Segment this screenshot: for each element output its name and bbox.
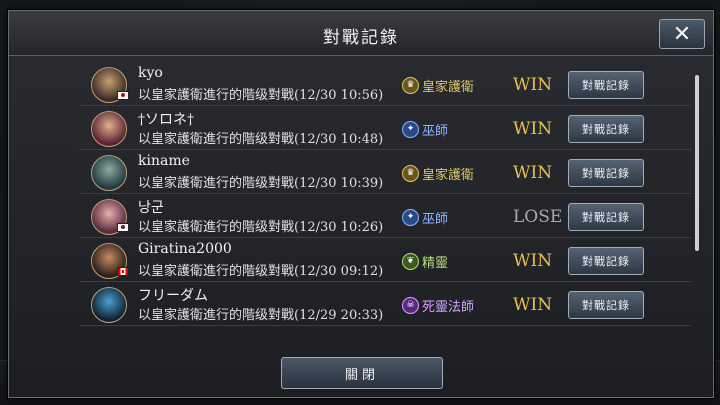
country-flag-icon [117, 91, 129, 100]
player-name: 낭군 [138, 200, 164, 216]
battle-record-row: Giratina2000 以皇家護衛進行的階级對戰(12/30 09:12) ❦ 精靈… [79, 241, 691, 282]
close-icon[interactable]: ✕ [659, 19, 705, 49]
battle-description: 以皇家護衛進行的階级對戰(12/29 20:33) [138, 308, 384, 323]
view-battle-record-button[interactable]: 對戰記錄 [568, 203, 644, 231]
opponent-class-badge: ☠ 死靈法師 [402, 296, 475, 315]
title-bar: 對戰記錄 ✕ [9, 11, 713, 56]
crown-icon: ♛ [402, 76, 419, 94]
battle-description: 以皇家護衛進行的階级對戰(12/30 10:48) [138, 132, 384, 147]
leaf-icon: ❦ [402, 252, 419, 270]
country-flag-icon [117, 267, 129, 276]
class-name: 精靈 [422, 255, 449, 271]
battle-result: WIN [513, 75, 553, 95]
player-name: フリーダム [138, 288, 208, 304]
view-battle-record-button[interactable]: 對戰記錄 [568, 291, 644, 319]
player-avatar[interactable] [91, 111, 127, 147]
crown-icon: ♛ [402, 164, 419, 182]
country-flag-icon [117, 223, 129, 232]
battle-record-list[interactable]: kyo 以皇家護衛進行的階级對戰(12/30 10:56) ♛ 皇家護衛 WIN 對戰記錄… [79, 65, 695, 351]
class-name: 巫師 [422, 211, 449, 227]
battle-result: WIN [513, 295, 553, 315]
opponent-class-badge: ✦ 巫師 [402, 208, 449, 227]
player-name: kyo [138, 65, 163, 81]
class-name: 皇家護衛 [422, 167, 475, 183]
battle-record-row: †ソロネ† 以皇家護衛進行的階级對戰(12/30 10:48) ✦ 巫師 WIN 對戰記錄 [79, 109, 691, 150]
battle-description: 以皇家護衛進行的階级對戰(12/30 10:56) [138, 88, 384, 103]
battle-record-row: kiname 以皇家護衛進行的階级對戰(12/30 10:39) ♛ 皇家護衛 WIN 對… [79, 153, 691, 194]
opponent-class-badge: ✦ 巫師 [402, 120, 449, 139]
view-battle-record-button[interactable]: 對戰記錄 [568, 71, 644, 99]
class-name: 死靈法師 [422, 299, 475, 315]
dialog-title: 對戰記錄 [323, 28, 399, 48]
player-name: Giratina2000 [138, 241, 232, 257]
scrollbar[interactable] [695, 75, 699, 251]
class-name: 巫師 [422, 123, 449, 139]
view-battle-record-button[interactable]: 對戰記錄 [568, 159, 644, 187]
wizard-icon: ✦ [402, 208, 419, 226]
player-name: †ソロネ† [138, 112, 194, 128]
battle-record-row: kyo 以皇家護衛進行的階级對戰(12/30 10:56) ♛ 皇家護衛 WIN 對戰記錄 [79, 65, 691, 106]
opponent-class-badge: ♛ 皇家護衛 [402, 76, 475, 95]
battle-record-dialog: 對戰記錄 ✕ kyo 以皇家護衛進行的階级對戰(12/30 10:56) ♛ 皇家護衛… [8, 10, 714, 398]
battle-record-row: 낭군 以皇家護衛進行的階级對戰(12/30 10:26) ✦ 巫師 LOSE 對戰記錄 [79, 197, 691, 238]
battle-description: 以皇家護衛進行的階级對戰(12/30 10:39) [138, 176, 384, 191]
battle-description: 以皇家護衛進行的階级對戰(12/30 10:26) [138, 220, 384, 235]
battle-description: 以皇家護衛進行的階级對戰(12/30 09:12) [138, 264, 384, 279]
battle-result: WIN [513, 119, 553, 139]
opponent-class-badge: ❦ 精靈 [402, 252, 449, 271]
opponent-class-badge: ♛ 皇家護衛 [402, 164, 475, 183]
skull-icon: ☠ [402, 296, 419, 314]
battle-result: WIN [513, 163, 553, 183]
view-battle-record-button[interactable]: 對戰記錄 [568, 247, 644, 275]
player-name: kiname [138, 153, 190, 169]
battle-result: WIN [513, 251, 553, 271]
view-battle-record-button[interactable]: 對戰記錄 [568, 115, 644, 143]
wizard-icon: ✦ [402, 120, 419, 138]
close-button[interactable]: 關閉 [281, 357, 443, 389]
class-name: 皇家護衛 [422, 79, 475, 95]
player-avatar[interactable] [91, 287, 127, 323]
battle-result: LOSE [513, 207, 563, 227]
player-avatar[interactable] [91, 155, 127, 191]
battle-record-row: フリーダム以皇家護衛進行的階级對戰(12/29 20:33) ☠ 死靈法師 WIN 對戰… [79, 285, 691, 326]
